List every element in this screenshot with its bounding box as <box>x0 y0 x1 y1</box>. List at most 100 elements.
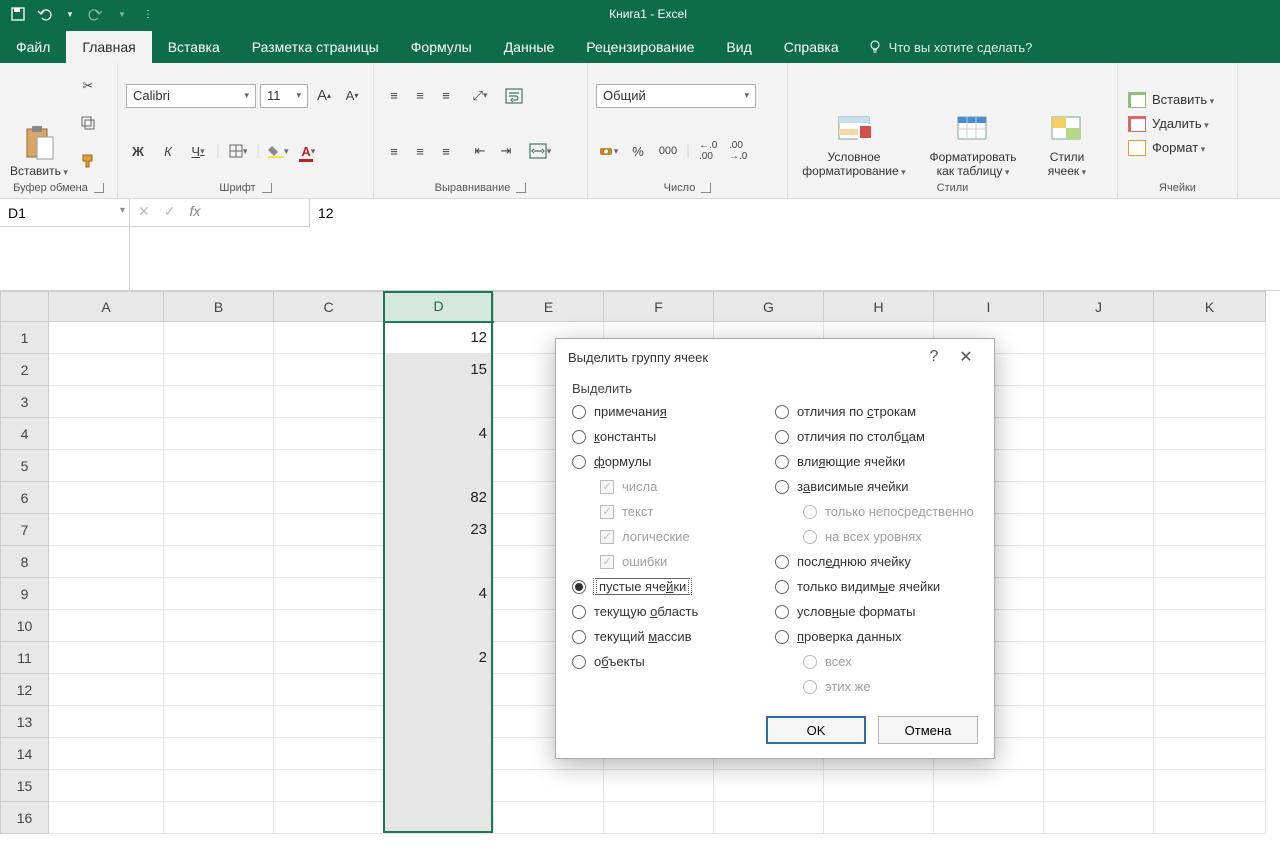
number-format-combo[interactable]: Общий▾ <box>596 84 756 108</box>
insert-cells-button[interactable]: Вставить <box>1124 90 1231 110</box>
cell-C14[interactable] <box>274 738 384 770</box>
cell-B12[interactable] <box>164 674 274 706</box>
format-painter-icon[interactable] <box>76 149 100 173</box>
align-center-icon[interactable]: ≡ <box>408 139 432 163</box>
row-header-3[interactable]: 3 <box>1 386 49 418</box>
underline-button[interactable]: Ч <box>186 139 210 163</box>
cell-J14[interactable] <box>1044 738 1154 770</box>
cell-K7[interactable] <box>1154 514 1266 546</box>
row-header-9[interactable]: 9 <box>1 578 49 610</box>
option-формулы[interactable]: формулы <box>572 454 775 469</box>
dialog-ok-button[interactable]: OK <box>766 716 866 744</box>
option-текущий-массив[interactable]: текущий массив <box>572 629 775 644</box>
fill-color-button[interactable] <box>266 139 290 163</box>
row-header-7[interactable]: 7 <box>1 514 49 546</box>
cell-B9[interactable] <box>164 578 274 610</box>
cell-styles-button[interactable]: Стили ячеек <box>1032 67 1102 180</box>
option-пустые-ячейки[interactable]: пустые ячейки <box>572 579 775 594</box>
cell-B11[interactable] <box>164 642 274 674</box>
column-header-E[interactable]: E <box>494 292 604 322</box>
cell-D15[interactable] <box>384 770 494 802</box>
column-header-J[interactable]: J <box>1044 292 1154 322</box>
ribbon-tab-Главная[interactable]: Главная <box>66 31 151 63</box>
option-последнюю-ячейку[interactable]: последнюю ячейку <box>775 554 978 569</box>
percent-icon[interactable]: % <box>626 139 650 163</box>
cell-J2[interactable] <box>1044 354 1154 386</box>
cell-H15[interactable] <box>824 770 934 802</box>
cell-D14[interactable] <box>384 738 494 770</box>
cell-D3[interactable] <box>384 386 494 418</box>
cell-K3[interactable] <box>1154 386 1266 418</box>
cell-B2[interactable] <box>164 354 274 386</box>
cell-G15[interactable] <box>714 770 824 802</box>
cell-A6[interactable] <box>49 482 164 514</box>
cell-B3[interactable] <box>164 386 274 418</box>
cell-K9[interactable] <box>1154 578 1266 610</box>
cell-A10[interactable] <box>49 610 164 642</box>
cell-C7[interactable] <box>274 514 384 546</box>
number-dialog-launcher[interactable] <box>701 183 711 193</box>
cell-K16[interactable] <box>1154 802 1266 834</box>
cell-K4[interactable] <box>1154 418 1266 450</box>
cell-J7[interactable] <box>1044 514 1154 546</box>
cell-A8[interactable] <box>49 546 164 578</box>
row-header-5[interactable]: 5 <box>1 450 49 482</box>
clipboard-dialog-launcher[interactable] <box>94 183 104 193</box>
cell-K11[interactable] <box>1154 642 1266 674</box>
decrease-font-icon[interactable]: A▾ <box>340 84 364 108</box>
cell-A4[interactable] <box>49 418 164 450</box>
cell-D11[interactable]: 2 <box>384 642 494 674</box>
cell-B13[interactable] <box>164 706 274 738</box>
cell-B5[interactable] <box>164 450 274 482</box>
cell-J6[interactable] <box>1044 482 1154 514</box>
decrease-decimal-icon[interactable]: .00→.0 <box>726 139 750 163</box>
row-header-13[interactable]: 13 <box>1 706 49 738</box>
ribbon-tab-Данные[interactable]: Данные <box>488 31 571 63</box>
row-header-1[interactable]: 1 <box>1 322 49 354</box>
ribbon-tab-Вставка[interactable]: Вставка <box>152 31 236 63</box>
cell-A13[interactable] <box>49 706 164 738</box>
cell-E15[interactable] <box>494 770 604 802</box>
option-условные-форматы[interactable]: условные форматы <box>775 604 978 619</box>
cell-D6[interactable]: 82 <box>384 482 494 514</box>
cell-K6[interactable] <box>1154 482 1266 514</box>
cell-A11[interactable] <box>49 642 164 674</box>
cell-D10[interactable] <box>384 610 494 642</box>
cell-A15[interactable] <box>49 770 164 802</box>
font-color-button[interactable]: A <box>296 139 320 163</box>
column-header-K[interactable]: K <box>1154 292 1266 322</box>
cell-J13[interactable] <box>1044 706 1154 738</box>
option-объекты[interactable]: объекты <box>572 654 775 669</box>
cell-J1[interactable] <box>1044 322 1154 354</box>
cell-K8[interactable] <box>1154 546 1266 578</box>
cell-A1[interactable] <box>49 322 164 354</box>
cell-C9[interactable] <box>274 578 384 610</box>
ribbon-tab-Формулы[interactable]: Формулы <box>395 31 488 63</box>
conditional-formatting-button[interactable]: Условное форматирование <box>794 67 914 180</box>
cell-B4[interactable] <box>164 418 274 450</box>
undo-more-icon[interactable]: ▾ <box>60 4 80 24</box>
cell-B15[interactable] <box>164 770 274 802</box>
cell-C13[interactable] <box>274 706 384 738</box>
option-влияющие-ячейки[interactable]: влияющие ячейки <box>775 454 978 469</box>
option-проверка-данных[interactable]: проверка данных <box>775 629 978 644</box>
cell-K14[interactable] <box>1154 738 1266 770</box>
cell-J9[interactable] <box>1044 578 1154 610</box>
ribbon-tab-Разметка страницы[interactable]: Разметка страницы <box>236 31 395 63</box>
cell-K1[interactable] <box>1154 322 1266 354</box>
font-dialog-launcher[interactable] <box>262 183 272 193</box>
cell-C12[interactable] <box>274 674 384 706</box>
comma-style-icon[interactable]: 000 <box>656 139 680 163</box>
option-только-видимые-ячейки[interactable]: только видимые ячейки <box>775 579 978 594</box>
row-header-12[interactable]: 12 <box>1 674 49 706</box>
row-header-16[interactable]: 16 <box>1 802 49 834</box>
cell-C11[interactable] <box>274 642 384 674</box>
redo-more-icon[interactable]: ▾ <box>112 4 132 24</box>
cell-K15[interactable] <box>1154 770 1266 802</box>
format-cells-button[interactable]: Формат <box>1124 138 1231 158</box>
cell-C15[interactable] <box>274 770 384 802</box>
cell-J3[interactable] <box>1044 386 1154 418</box>
merge-cells-icon[interactable] <box>528 139 552 163</box>
cell-J10[interactable] <box>1044 610 1154 642</box>
delete-cells-button[interactable]: Удалить <box>1124 114 1231 134</box>
